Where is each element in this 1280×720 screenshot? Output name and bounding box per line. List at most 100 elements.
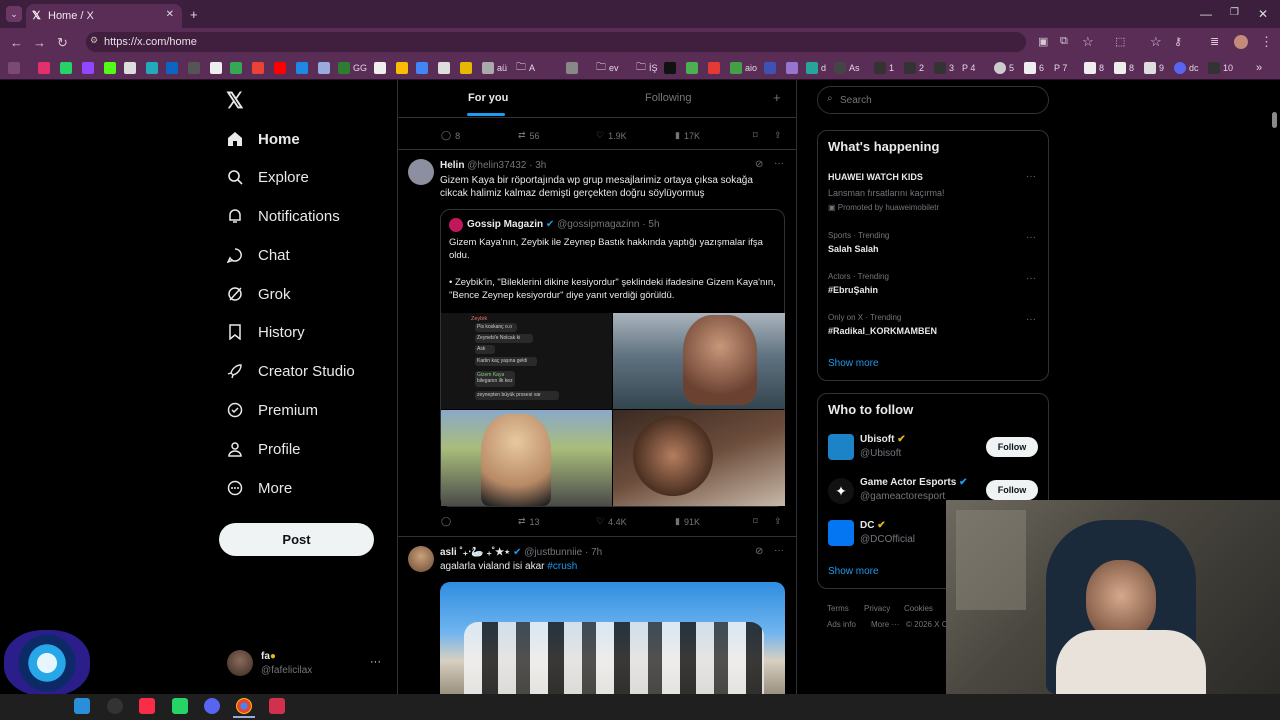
restore-button[interactable]: ❐ xyxy=(1230,7,1239,18)
footer-more[interactable]: More ··· xyxy=(871,620,899,629)
tab-search-icon[interactable]: ≣ xyxy=(1210,35,1219,48)
follow-2-name[interactable]: DC ✔ xyxy=(860,520,886,531)
ubisoft-avatar[interactable] xyxy=(828,434,854,460)
tab-following[interactable]: Following xyxy=(645,92,691,104)
follow-0-name[interactable]: Ubisoft ✔ xyxy=(860,434,906,445)
trend-1-title[interactable]: Salah Salah xyxy=(828,244,879,254)
tab-for-you[interactable]: For you xyxy=(468,92,508,104)
close-tab-icon[interactable]: ✕ xyxy=(166,9,174,20)
nav-explore[interactable]: Explore xyxy=(226,162,309,192)
translate-icon[interactable]: ▣ xyxy=(1038,35,1048,48)
bookmark-26[interactable] xyxy=(686,60,698,76)
bookmark-instagram[interactable] xyxy=(38,60,50,76)
trend-0-meta[interactable]: HUAWEI WATCH KIDS xyxy=(828,172,923,182)
grok-post2-icon[interactable]: ⊘ xyxy=(755,546,763,557)
install-icon[interactable]: ⧉ xyxy=(1060,35,1068,48)
taskbar-chrome[interactable] xyxy=(236,698,252,714)
trend-3-title[interactable]: #Radikal_KORKMAMBEN xyxy=(828,326,937,336)
bookmark-27[interactable] xyxy=(708,60,720,76)
trend-2-title[interactable]: #EbruŞahin xyxy=(828,285,878,295)
bookmark-post-icon[interactable]: ⌑ xyxy=(753,130,758,141)
new-tab-button[interactable]: + xyxy=(190,7,198,22)
bookmark-16[interactable] xyxy=(396,60,408,76)
post2-author-name[interactable]: asli ˚₊‧🦢 ₊˚★⋆ xyxy=(440,547,510,558)
like-count[interactable]: ♡ 1.9K xyxy=(596,130,627,141)
dc-avatar[interactable] xyxy=(828,520,854,546)
post1-view-count[interactable]: ▮ 91K xyxy=(675,516,700,527)
account-more-icon[interactable]: ··· xyxy=(370,656,381,668)
bookmark-30[interactable] xyxy=(786,60,798,76)
tab-list-button[interactable]: ⌄ xyxy=(6,6,22,22)
bookmark-dc[interactable]: dc xyxy=(1174,60,1199,76)
trend-0-title[interactable]: Lansman fırsatlarını kaçırma! xyxy=(828,188,945,198)
bookmark-18[interactable] xyxy=(438,60,450,76)
post1-reply-count[interactable]: ◯ xyxy=(441,516,455,527)
add-feed-icon[interactable]: + xyxy=(773,90,781,105)
trend-0-more-icon[interactable]: ··· xyxy=(1026,171,1036,182)
apps-icon[interactable] xyxy=(8,60,20,76)
post2-avatar[interactable] xyxy=(408,546,434,572)
bookmark-p7[interactable]: P 7 xyxy=(1054,60,1067,76)
bookmark-youtube[interactable] xyxy=(274,60,286,76)
account-avatar[interactable] xyxy=(227,650,253,676)
nav-premium[interactable]: Premium xyxy=(226,395,318,425)
bookmark-6[interactable]: 6 xyxy=(1024,60,1044,76)
bookmark-8b[interactable]: 8 xyxy=(1114,60,1134,76)
trend-2-more-icon[interactable]: ··· xyxy=(1026,273,1036,284)
nav-grok[interactable]: Grok xyxy=(226,279,291,309)
trends-show-more[interactable]: Show more xyxy=(828,358,879,369)
x-logo-icon[interactable]: 𝕏 xyxy=(226,88,244,114)
bookmarks-overflow-icon[interactable]: » xyxy=(1256,60,1262,76)
footer-terms[interactable]: Terms xyxy=(827,604,849,613)
post1-share-icon[interactable]: ⇪ xyxy=(774,516,782,527)
close-window-button[interactable]: ✕ xyxy=(1258,7,1268,21)
reply-count[interactable]: ◯ 8 xyxy=(441,130,460,141)
bookmark-kick[interactable] xyxy=(104,60,116,76)
post-button[interactable]: Post xyxy=(219,523,374,556)
bookmark-twitch[interactable] xyxy=(82,60,94,76)
post-more-icon[interactable]: ··· xyxy=(774,158,784,169)
nav-more[interactable]: More xyxy=(226,473,292,503)
follow-game-actor-button[interactable]: Follow xyxy=(986,480,1038,500)
hashtag-link[interactable]: #crush xyxy=(547,561,577,572)
bookmark-star-icon[interactable]: ☆ xyxy=(1082,34,1094,50)
bookmarks-icon[interactable]: ☆ xyxy=(1150,34,1162,50)
photo-car[interactable] xyxy=(441,410,612,506)
back-icon[interactable]: ← xyxy=(10,35,23,50)
extensions-icon[interactable]: ⬚ xyxy=(1115,35,1125,48)
grok-post-icon[interactable]: ⊘ xyxy=(755,159,763,170)
bookmark-au[interactable]: aü xyxy=(482,60,507,76)
bookmark-5b[interactable]: 5 xyxy=(994,60,1014,76)
taskbar-app-2[interactable] xyxy=(107,698,123,714)
nav-profile[interactable]: Profile xyxy=(226,434,301,464)
post2-more-icon[interactable]: ··· xyxy=(774,545,784,556)
follow-show-more[interactable]: Show more xyxy=(828,566,879,577)
profile-avatar[interactable] xyxy=(1234,35,1248,49)
bookmark-15[interactable] xyxy=(374,60,386,76)
bookmark-aio[interactable]: aio xyxy=(730,60,757,76)
nav-chat[interactable]: Chat xyxy=(226,240,290,270)
bookmark-linkedin[interactable] xyxy=(166,60,178,76)
taskbar-discord[interactable] xyxy=(204,698,220,714)
bookmark-2[interactable]: 2 xyxy=(904,60,924,76)
site-info-icon[interactable]: ⚙ xyxy=(90,35,98,46)
taskbar-whatsapp[interactable] xyxy=(172,698,188,714)
bookmark-5[interactable] xyxy=(146,60,158,76)
bookmark-8a[interactable]: 8 xyxy=(1084,60,1104,76)
post-avatar[interactable] xyxy=(408,159,434,185)
bookmark-whatsapp[interactable] xyxy=(60,60,72,76)
post1-like-count[interactable]: ♡ 4.4K xyxy=(596,516,627,527)
trend-1-more-icon[interactable]: ··· xyxy=(1026,232,1036,243)
view-count[interactable]: ▮ 17K xyxy=(675,130,700,141)
nav-creator-studio[interactable]: Creator Studio xyxy=(226,356,355,386)
group-photo[interactable] xyxy=(440,582,785,694)
bookmark-13[interactable] xyxy=(318,60,330,76)
bookmark-8[interactable] xyxy=(210,60,222,76)
footer-ads[interactable]: Ads info xyxy=(827,620,856,629)
bookmark-folder-ev[interactable]: 🗀 ev xyxy=(596,60,619,76)
bookmark-1[interactable]: 1 xyxy=(874,60,894,76)
menu-icon[interactable]: ⋮ xyxy=(1260,34,1273,50)
footer-cookies[interactable]: Cookies xyxy=(904,604,933,613)
minimize-button[interactable]: — xyxy=(1200,7,1212,21)
taskbar-vivaldi[interactable] xyxy=(269,698,285,714)
